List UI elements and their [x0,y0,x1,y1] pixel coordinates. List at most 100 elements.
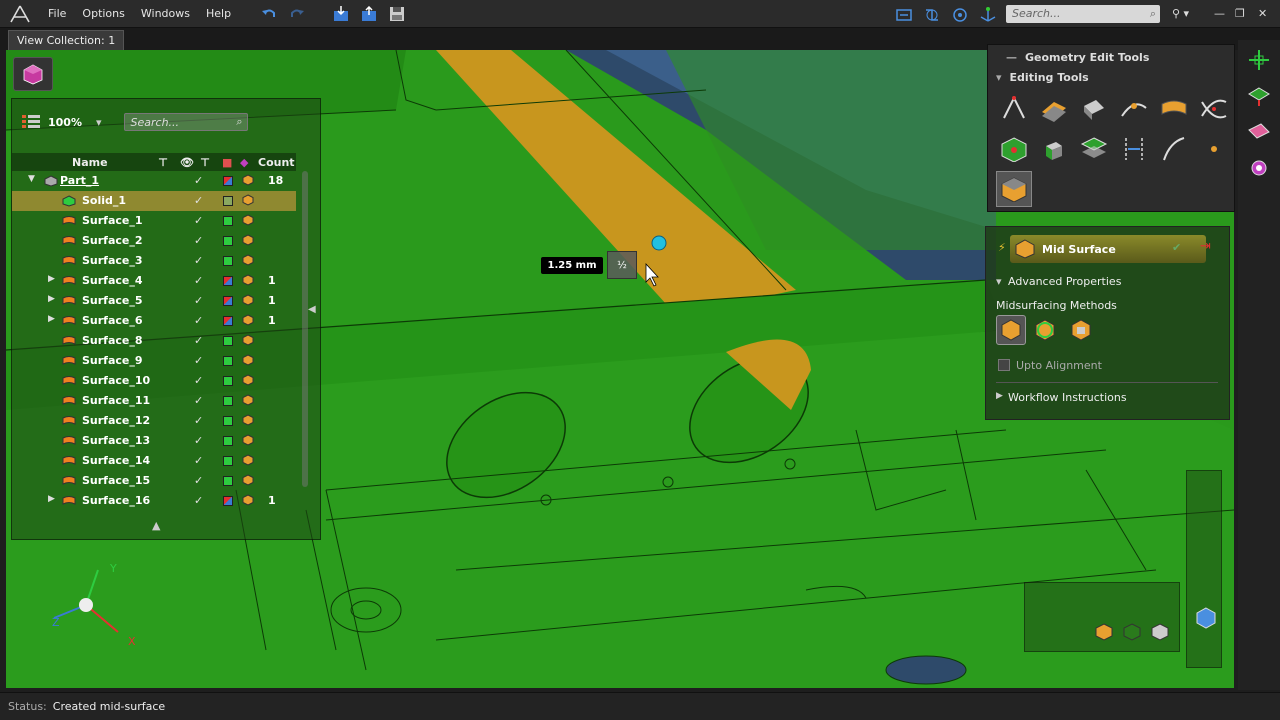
expand-arrow-icon[interactable]: ▼ [28,174,35,184]
visibility-check-icon[interactable]: ✓ [194,194,203,207]
color-swatch[interactable] [223,476,233,486]
visibility-check-icon[interactable]: ✓ [194,314,203,327]
color-swatch[interactable] [223,336,233,346]
section-icon[interactable] [1243,116,1275,148]
zoom-level[interactable]: 100% [48,116,82,129]
zoom-dropdown-icon[interactable]: ▾ [96,116,102,129]
cube-icon[interactable] [242,194,254,206]
expand-arrow-icon[interactable]: ▶ [48,314,55,324]
midsurface-tool-icon[interactable] [996,171,1032,207]
shaded-mode-icon[interactable] [1095,623,1113,644]
table-row[interactable]: Surface_2 ✓ [12,231,296,251]
cube-icon[interactable] [242,274,254,286]
thickness-half-button[interactable]: ½ [607,251,637,279]
color-swatch[interactable] [223,356,233,366]
project-tool-icon[interactable] [1116,131,1152,167]
color-swatch[interactable] [223,316,233,326]
view-cube-icon[interactable] [13,57,53,91]
filter-icon[interactable]: ⊤ [200,156,210,169]
menu-file[interactable]: File [40,7,74,20]
table-row[interactable]: Surface_10 ✓ [12,371,296,391]
maximize-button[interactable]: ❐ [1235,7,1245,20]
visibility-check-icon[interactable]: ✓ [194,494,203,507]
save-icon[interactable] [386,3,408,25]
table-row[interactable]: Surface_1 ✓ [12,211,296,231]
undo-icon[interactable] [258,3,280,25]
visibility-check-icon[interactable]: ✓ [194,214,203,227]
table-row[interactable]: ▼ Part_1 ✓ 18 [12,171,296,191]
color-swatch[interactable] [223,496,233,506]
visibility-check-icon[interactable]: ✓ [194,354,203,367]
visibility-check-icon[interactable]: ✓ [194,434,203,447]
app-logo-icon[interactable] [0,0,40,28]
table-row[interactable]: Surface_13 ✓ [12,431,296,451]
browser-scrollbar[interactable] [302,171,308,487]
color-icon[interactable]: ■ [222,156,232,169]
filter-icon[interactable]: ⊤ [158,156,168,169]
menu-help[interactable]: Help [198,7,239,20]
cube-icon[interactable] [242,214,254,226]
table-row[interactable]: Surface_9 ✓ [12,351,296,371]
color-swatch[interactable] [223,236,233,246]
transparent-mode-icon[interactable] [1151,623,1169,644]
table-row[interactable]: Surface_12 ✓ [12,411,296,431]
table-row[interactable]: Surface_8 ✓ [12,331,296,351]
patch-tool-icon[interactable] [1156,91,1192,127]
cube-icon[interactable] [242,434,254,446]
expand-arrow-icon[interactable]: ▶ [48,494,55,504]
rotate-view-icon[interactable] [921,4,943,26]
visibility-check-icon[interactable]: ✓ [194,334,203,347]
expand-arrow-icon[interactable]: ▾ [996,275,1002,288]
curve-tool-icon[interactable] [1156,131,1192,167]
pick-icon[interactable] [1243,80,1275,112]
visibility-icon[interactable]: 👁 [180,156,194,169]
upto-alignment-checkbox[interactable] [998,359,1010,371]
menu-options[interactable]: Options [74,7,132,20]
visibility-check-icon[interactable]: ✓ [194,454,203,467]
scroll-up-icon[interactable]: ▲ [152,519,160,532]
table-row[interactable]: ▶ Surface_4 ✓ 1 [12,271,296,291]
color-swatch[interactable] [223,256,233,266]
cube-icon[interactable] [242,474,254,486]
cube-icon[interactable] [242,394,254,406]
move-tool-icon[interactable] [1243,44,1275,76]
visibility-check-icon[interactable]: ✓ [194,234,203,247]
table-row[interactable]: ▶ Surface_5 ✓ 1 [12,291,296,311]
collapse-panel-icon[interactable]: ◀ [308,304,316,315]
orbit-icon[interactable] [949,4,971,26]
visibility-check-icon[interactable]: ✓ [194,274,203,287]
expand-arrow-icon[interactable]: ▶ [48,274,55,284]
visibility-check-icon[interactable]: ✓ [194,174,203,187]
cube-icon[interactable] [242,334,254,346]
list-view-icon[interactable] [22,114,40,131]
cube-icon[interactable] [242,354,254,366]
point-tool-icon[interactable] [1196,131,1232,167]
table-row[interactable]: ▶ Surface_16 ✓ 1 [12,491,296,511]
trim-tool-icon[interactable] [1196,91,1232,127]
table-row[interactable]: ▶ Surface_6 ✓ 1 [12,311,296,331]
collapse-arrow-icon[interactable]: ▶ [996,391,1003,401]
cube-icon[interactable]: ◆ [240,156,248,169]
edge-tool-icon[interactable] [996,91,1032,127]
table-row[interactable]: Surface_14 ✓ [12,451,296,471]
table-row[interactable]: Solid_1 ✓ [12,191,296,211]
search-options-icon[interactable]: ⚲ ▾ [1172,7,1189,20]
table-row[interactable]: Surface_3 ✓ [12,251,296,271]
expand-arrow-icon[interactable]: ▶ [48,294,55,304]
close-button[interactable]: ✕ [1258,7,1267,20]
cube-icon[interactable] [242,174,254,186]
surface-tool-icon[interactable] [1036,91,1072,127]
visibility-check-icon[interactable]: ✓ [194,474,203,487]
menu-windows[interactable]: Windows [133,7,198,20]
column-name[interactable]: Name [72,156,108,169]
cube-icon[interactable] [242,494,254,506]
explode-icon[interactable] [1243,152,1275,184]
table-row[interactable]: Surface_11 ✓ [12,391,296,411]
cube-icon[interactable] [242,374,254,386]
global-search-input[interactable]: Search... ⌕ [1006,5,1160,23]
visibility-check-icon[interactable]: ✓ [194,294,203,307]
color-swatch[interactable] [223,376,233,386]
visibility-check-icon[interactable]: ✓ [194,414,203,427]
expand-arrow-icon[interactable]: ▾ [996,71,1002,84]
color-swatch[interactable] [223,436,233,446]
